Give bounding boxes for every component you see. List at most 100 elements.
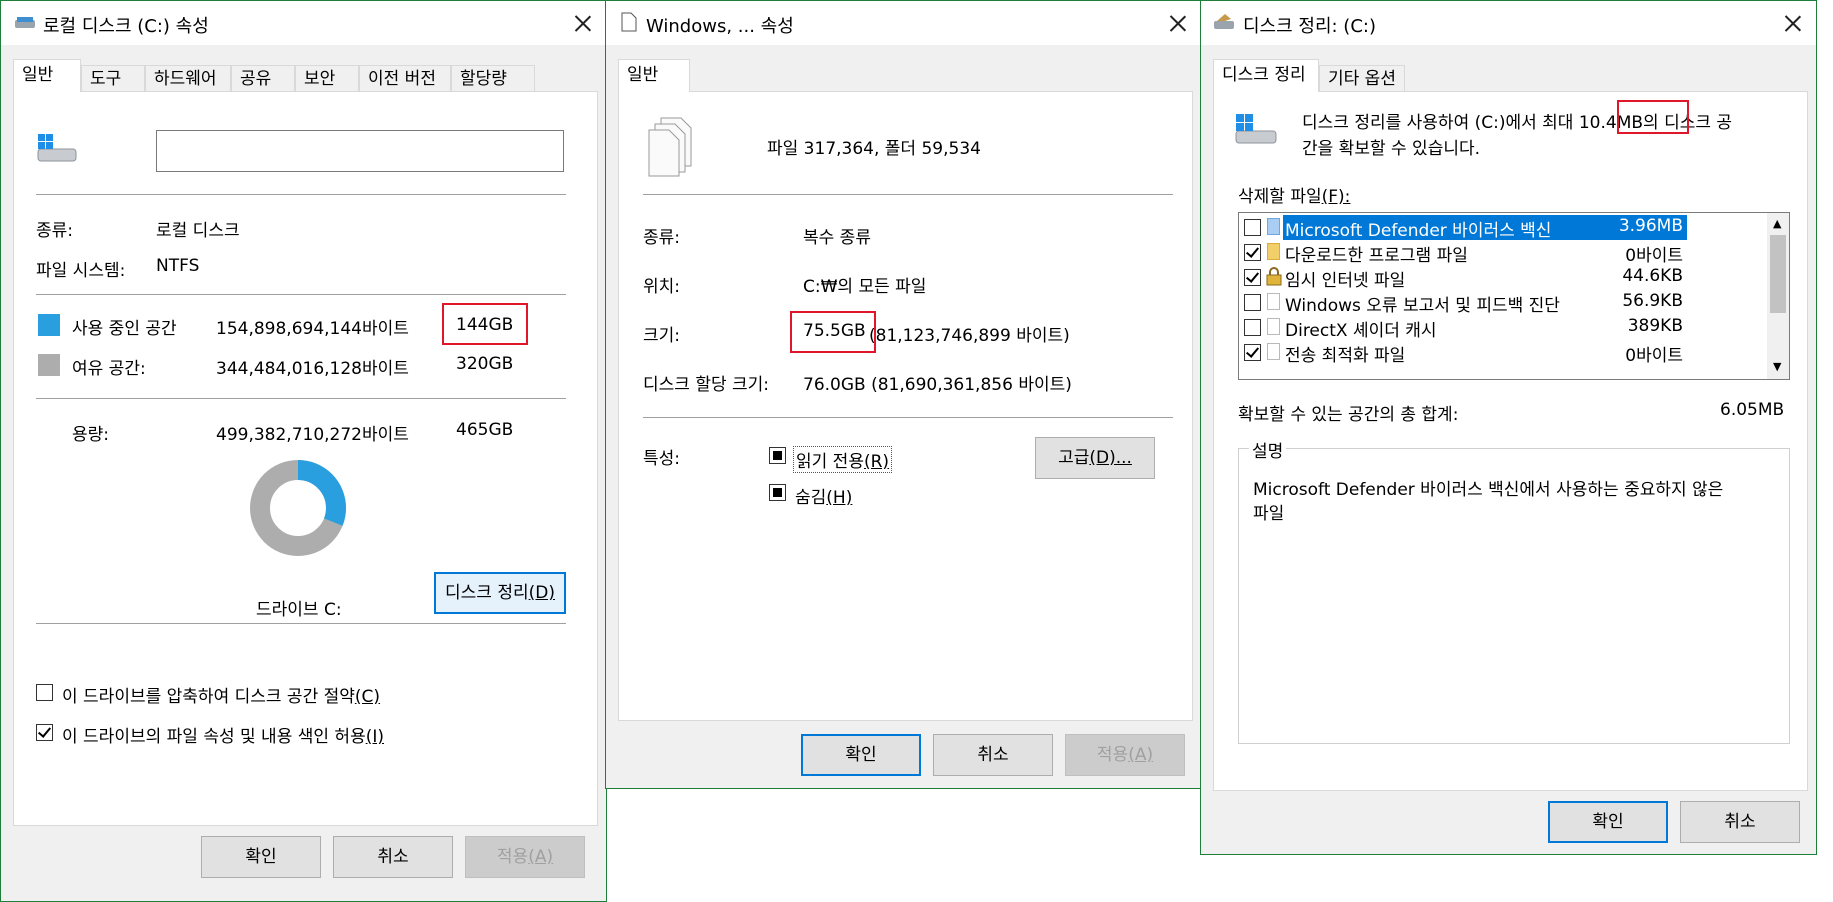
- volume-name-input[interactable]: [156, 130, 564, 172]
- general-panel: 종류: 로컬 디스크 파일 시스템: NTFS 사용 중인 공간 154,898…: [13, 91, 598, 826]
- tab-sharing[interactable]: 공유: [231, 65, 295, 91]
- tab-tools[interactable]: 도구: [81, 65, 145, 91]
- free-space-bytes: 344,484,016,128바이트: [216, 359, 409, 379]
- tab-general[interactable]: 일반: [13, 59, 81, 92]
- used-color-swatch: [38, 314, 60, 336]
- disk-cleanup-button[interactable]: 디스크 정리(D): [434, 572, 566, 614]
- tab-strip: 일반 도구 하드웨어 공유 보안 이전 버전 할당량: [13, 59, 598, 92]
- tab-strip: 디스크 정리 기타 옵션: [1213, 59, 1808, 92]
- location-value: C:₩의 모든 파일: [803, 277, 927, 297]
- list-item[interactable]: Microsoft Defender 바이러스 백신 3.96MB: [1239, 215, 1687, 241]
- readonly-label[interactable]: 읽기 전용(R): [793, 446, 893, 473]
- close-icon[interactable]: [1162, 7, 1194, 39]
- window-title: Windows, ... 속성: [646, 16, 794, 37]
- ok-button[interactable]: 확인: [801, 734, 921, 776]
- highlight-box: [442, 303, 528, 345]
- type-value: 로컬 디스크: [156, 221, 240, 241]
- capacity-size: 465GB: [456, 420, 514, 440]
- divider: [36, 294, 566, 295]
- list-item[interactable]: Windows 오류 보고서 및 피드백 진단 56.9KB: [1239, 290, 1687, 316]
- hidden-checkbox[interactable]: [769, 484, 786, 501]
- item-checkbox[interactable]: [1244, 344, 1261, 361]
- drive-large-icon: [1234, 112, 1278, 148]
- type-label: 종류:: [643, 228, 681, 248]
- ok-button[interactable]: 확인: [201, 836, 321, 878]
- file-icon: [1267, 343, 1280, 360]
- attributes-label: 특성:: [643, 449, 681, 469]
- tab-disk-cleanup[interactable]: 디스크 정리: [1213, 59, 1319, 92]
- scroll-thumb[interactable]: [1770, 235, 1786, 313]
- title-bar[interactable]: 디스크 정리: (C:): [1201, 1, 1816, 45]
- used-space-bytes: 154,898,694,144바이트: [216, 319, 409, 339]
- compress-label[interactable]: 이 드라이브를 압축하여 디스크 공간 절약(C): [62, 682, 380, 707]
- filesystem-value: NTFS: [156, 256, 200, 276]
- tab-strip: 일반: [618, 59, 1193, 92]
- general-panel: 파일 317,364, 폴더 59,534 종류: 복수 종류 위치: C:₩의…: [618, 91, 1193, 721]
- type-value: 복수 종류: [803, 228, 871, 248]
- index-label[interactable]: 이 드라이브의 파일 속성 및 내용 색인 허용(I): [62, 722, 384, 747]
- list-item[interactable]: 전송 최적화 파일 0바이트: [1239, 340, 1687, 366]
- compress-checkbox[interactable]: [36, 684, 53, 701]
- allocation-label: 디스크 할당 크기:: [643, 375, 770, 395]
- divider: [643, 194, 1173, 195]
- list-item[interactable]: DirectX 셰이더 캐시 389KB: [1239, 315, 1687, 341]
- description-line2: 간을 확보할 수 있습니다.: [1302, 139, 1481, 159]
- disk-cleanup-icon: [1213, 13, 1235, 31]
- files-to-delete-label: 삭제할 파일(F):: [1238, 187, 1351, 207]
- list-scrollbar[interactable]: ▲ ▼: [1767, 213, 1789, 379]
- multiple-files-icon: [647, 116, 695, 178]
- tab-previous-versions[interactable]: 이전 버전: [359, 65, 451, 91]
- free-space-label: 여유 공간:: [72, 359, 146, 379]
- divider: [36, 194, 566, 195]
- drive-icon: [14, 14, 36, 30]
- item-description: Microsoft Defender 바이러스 백신에서 사용하는 중요하지 않…: [1253, 480, 1724, 500]
- list-item[interactable]: 임시 인터넷 파일 44.6KB: [1239, 265, 1687, 291]
- item-checkbox[interactable]: [1244, 269, 1261, 286]
- free-color-swatch: [38, 354, 60, 376]
- capacity-label: 용량:: [72, 425, 110, 445]
- hidden-label[interactable]: 숨김(H): [795, 483, 852, 508]
- apply-button[interactable]: 적용(A): [1065, 734, 1185, 776]
- close-icon[interactable]: [567, 7, 599, 39]
- ok-button[interactable]: 확인: [1548, 801, 1668, 843]
- list-item[interactable]: 다운로드한 프로그램 파일 0바이트: [1239, 240, 1687, 266]
- disk-cleanup-window: 디스크 정리: (C:) 디스크 정리 기타 옵션 디스크 정리를 사용하여 (…: [1200, 0, 1817, 855]
- type-label: 종류:: [36, 221, 74, 241]
- files-summary: 파일 317,364, 폴더 59,534: [767, 139, 981, 159]
- readonly-checkbox[interactable]: [769, 447, 786, 464]
- window-title: 로컬 디스크 (C:) 속성: [43, 16, 209, 37]
- item-checkbox[interactable]: [1244, 319, 1261, 336]
- item-description-line2: 파일: [1253, 504, 1285, 524]
- total-space-label: 확보할 수 있는 공간의 총 합계:: [1238, 405, 1459, 425]
- cancel-button[interactable]: 취소: [1680, 801, 1800, 843]
- title-bar[interactable]: Windows, ... 속성: [606, 1, 1201, 45]
- close-icon[interactable]: [1777, 7, 1809, 39]
- item-checkbox[interactable]: [1244, 244, 1261, 261]
- index-checkbox[interactable]: [36, 724, 53, 741]
- location-label: 위치:: [643, 277, 681, 297]
- files-list[interactable]: Microsoft Defender 바이러스 백신 3.96MB 다운로드한 …: [1238, 212, 1790, 380]
- advanced-button[interactable]: 고급(D)...: [1035, 437, 1155, 479]
- local-disk-properties-window: 로컬 디스크 (C:) 속성 일반 도구 하드웨어 공유 보안 이전 버전 할당…: [0, 0, 607, 902]
- scroll-down-icon[interactable]: ▼: [1773, 361, 1781, 372]
- tab-general[interactable]: 일반: [618, 59, 690, 92]
- title-bar[interactable]: 로컬 디스크 (C:) 속성: [1, 1, 606, 45]
- apply-button[interactable]: 적용(A): [465, 836, 585, 878]
- cancel-button[interactable]: 취소: [933, 734, 1053, 776]
- capacity-bytes: 499,382,710,272바이트: [216, 425, 409, 445]
- highlight-box: [790, 311, 876, 353]
- window-title: 디스크 정리: (C:): [1243, 16, 1376, 37]
- cancel-button[interactable]: 취소: [333, 836, 453, 878]
- tab-quota[interactable]: 할당량: [451, 65, 535, 91]
- tab-security[interactable]: 보안: [295, 65, 359, 91]
- folder-icon: [1267, 243, 1280, 260]
- tab-hardware[interactable]: 하드웨어: [145, 65, 231, 91]
- scroll-up-icon[interactable]: ▲: [1773, 218, 1781, 229]
- item-checkbox[interactable]: [1244, 294, 1261, 311]
- item-checkbox[interactable]: [1244, 219, 1261, 236]
- lock-icon: [1266, 267, 1282, 286]
- file-icon: [1267, 318, 1280, 335]
- usage-donut-chart: [250, 460, 346, 556]
- divider: [36, 623, 566, 624]
- tab-more-options[interactable]: 기타 옵션: [1319, 65, 1405, 91]
